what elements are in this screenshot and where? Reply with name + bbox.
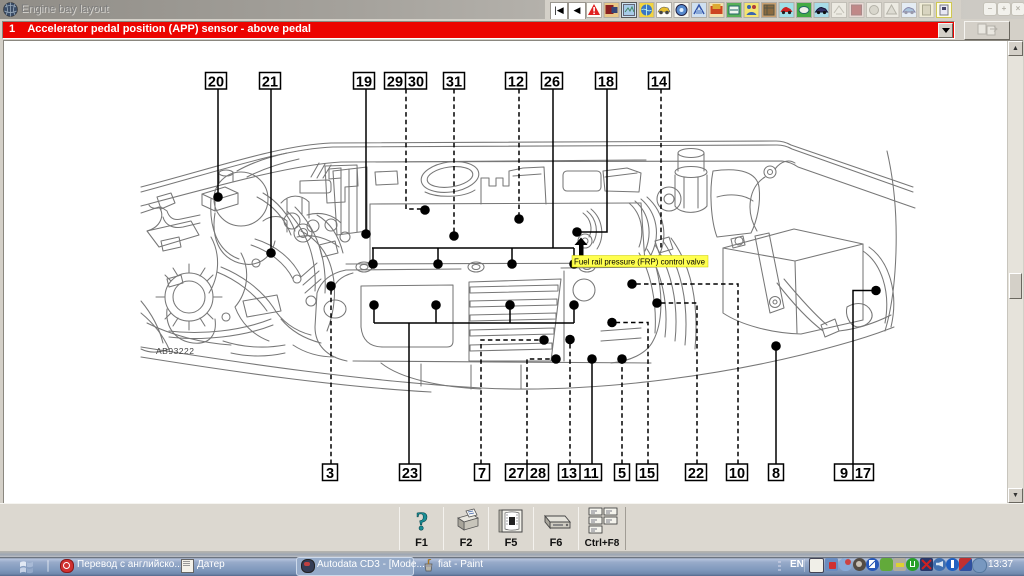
svg-text:15: 15 bbox=[639, 466, 655, 482]
svg-text:30: 30 bbox=[408, 74, 424, 90]
svg-text:27: 27 bbox=[508, 466, 524, 482]
svg-text:Fuel rail pressure (FRP) contr: Fuel rail pressure (FRP) control valve bbox=[574, 258, 706, 267]
svg-text:31: 31 bbox=[446, 74, 462, 90]
svg-text:14: 14 bbox=[651, 74, 667, 90]
svg-text:28: 28 bbox=[530, 466, 546, 482]
svg-text:7: 7 bbox=[478, 466, 486, 482]
svg-text:AB93222: AB93222 bbox=[156, 346, 194, 356]
svg-text:22: 22 bbox=[688, 466, 704, 482]
svg-text:11: 11 bbox=[583, 466, 598, 482]
svg-text:8: 8 bbox=[772, 466, 780, 482]
svg-text:12: 12 bbox=[508, 74, 524, 90]
svg-text:20: 20 bbox=[208, 74, 224, 90]
svg-text:3: 3 bbox=[326, 466, 334, 482]
svg-text:23: 23 bbox=[402, 466, 418, 482]
svg-text:10: 10 bbox=[729, 466, 745, 482]
svg-text:13: 13 bbox=[561, 466, 577, 482]
svg-text:19: 19 bbox=[356, 74, 372, 90]
svg-text:26: 26 bbox=[544, 74, 560, 90]
svg-text:21: 21 bbox=[262, 74, 278, 90]
svg-text:18: 18 bbox=[598, 74, 614, 90]
svg-text:5: 5 bbox=[618, 466, 626, 482]
svg-text:9: 9 bbox=[840, 466, 848, 482]
svg-text:17: 17 bbox=[855, 466, 871, 482]
svg-text:?: ? bbox=[415, 508, 428, 536]
svg-text:29: 29 bbox=[387, 74, 403, 90]
